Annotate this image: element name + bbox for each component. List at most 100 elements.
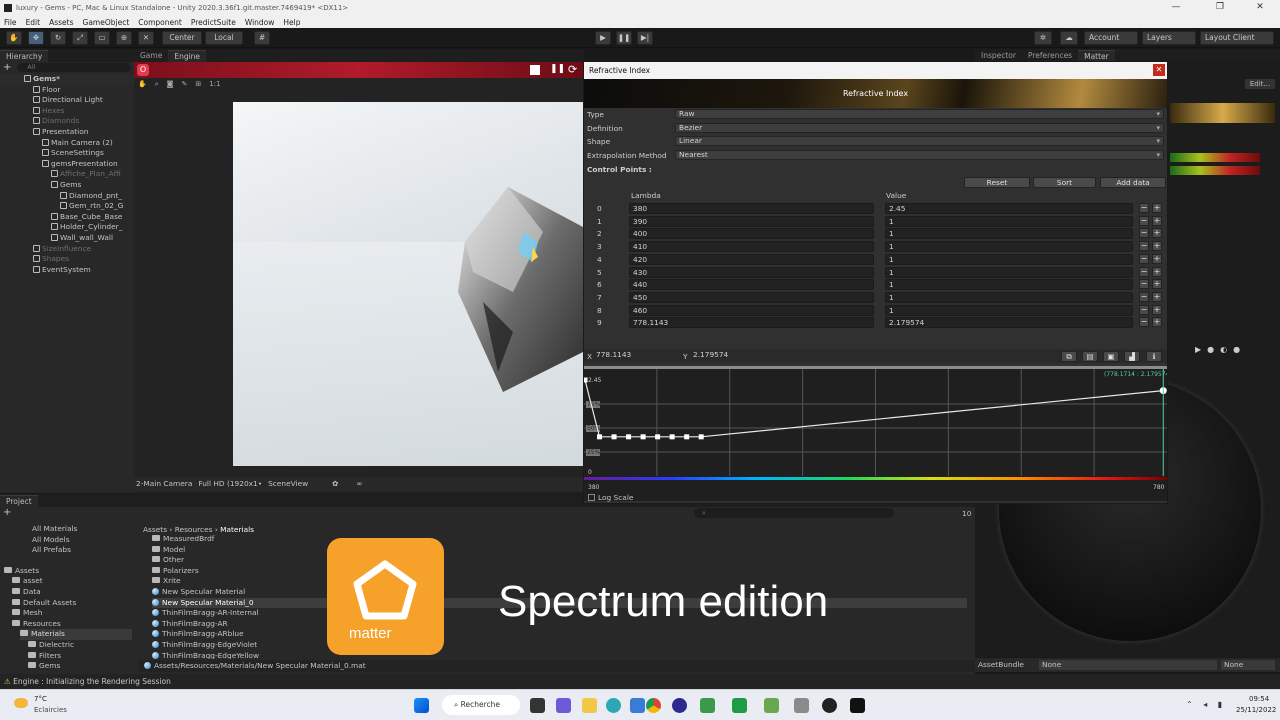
menu-window[interactable]: Window	[245, 18, 275, 27]
log-scale-checkbox[interactable]: Log Scale	[588, 493, 633, 502]
insert-point-button[interactable]: +	[1152, 304, 1162, 315]
project-tree-item[interactable]: Data	[12, 587, 132, 598]
display-dropdown[interactable]: 2-Main Camera	[136, 477, 192, 491]
inspector-edit-button[interactable]: Edit...	[1245, 79, 1275, 89]
fav-all-models[interactable]: All Models	[32, 535, 132, 546]
insert-point-button[interactable]: +	[1152, 317, 1162, 328]
control-point[interactable]	[597, 434, 603, 440]
hierarchy-item[interactable]: Holder_Cylinder_	[0, 222, 134, 233]
control-point[interactable]	[655, 434, 661, 440]
project-add-icon[interactable]: +	[3, 507, 11, 518]
focus-icon[interactable]: ⊞	[195, 80, 201, 88]
menu-edit[interactable]: Edit	[26, 18, 41, 27]
breadcrumb-assets[interactable]: Assets	[143, 525, 167, 534]
remove-point-button[interactable]: −	[1139, 266, 1149, 277]
menu-gameobject[interactable]: GameObject	[83, 18, 130, 27]
breadcrumb-resources[interactable]: Resources	[175, 525, 213, 534]
pause-render-icon[interactable]: ❚❚	[550, 64, 565, 74]
value-field[interactable]: 1	[885, 279, 1133, 291]
remove-point-button[interactable]: −	[1139, 317, 1149, 328]
hierarchy-item[interactable]: Diamonds	[0, 116, 134, 127]
edge-icon[interactable]	[606, 698, 621, 713]
store-icon[interactable]	[630, 698, 645, 713]
hierarchy-item[interactable]: Gems*	[0, 74, 134, 85]
hierarchy-item[interactable]: SizeInfluence	[0, 244, 134, 255]
play-icon[interactable]: ▶	[595, 31, 611, 45]
render-view[interactable]	[233, 102, 584, 466]
pause-icon[interactable]: ❚❚	[616, 31, 632, 45]
account-dropdown[interactable]: Account	[1084, 31, 1138, 45]
start-icon[interactable]	[414, 698, 429, 713]
project-tree-item[interactable]: Dielectric	[28, 640, 132, 651]
save-icon[interactable]: ▣	[1103, 351, 1119, 362]
taskbar-search[interactable]: ⌕ Recherche	[442, 695, 520, 715]
close-icon[interactable]: ✕	[1240, 0, 1280, 16]
hierarchy-item[interactable]: Base_Cube_Base	[0, 212, 134, 223]
pivot-local-button[interactable]: Local	[205, 31, 243, 45]
stop-icon[interactable]	[530, 65, 540, 75]
value-field[interactable]: 1	[885, 215, 1133, 227]
lambda-field[interactable]: 420	[629, 253, 874, 265]
minimize-icon[interactable]: —	[1156, 0, 1196, 16]
value-field[interactable]: 2.45	[885, 203, 1133, 214]
breadcrumb-materials[interactable]: Materials	[220, 525, 254, 534]
project-search-input[interactable]: ⌕	[694, 508, 894, 518]
remove-point-button[interactable]: −	[1139, 215, 1149, 226]
rect-tool-icon[interactable]: ▭	[94, 31, 110, 45]
hierarchy-item[interactable]: Main Camera (2)	[0, 138, 134, 149]
scale-tool-icon[interactable]: ⤢	[72, 31, 88, 45]
hierarchy-item[interactable]: Directional Light	[0, 95, 134, 106]
insert-point-button[interactable]: +	[1152, 241, 1162, 252]
custom-tool-icon[interactable]: ✕	[138, 31, 154, 45]
lambda-field[interactable]: 430	[629, 266, 874, 278]
tab-engine[interactable]: Engine	[168, 50, 207, 62]
property-dropdown[interactable]: Raw	[675, 109, 1164, 119]
remove-point-button[interactable]: −	[1139, 304, 1149, 315]
insert-point-button[interactable]: +	[1152, 266, 1162, 277]
hierarchy-item[interactable]: Hexes	[0, 106, 134, 117]
layout-dropdown[interactable]: Layout Client	[1200, 31, 1274, 45]
project-file-item[interactable]: Polarizers	[152, 566, 967, 577]
app-icon-4[interactable]	[764, 698, 779, 713]
fav-all-materials[interactable]: All Materials	[32, 524, 132, 535]
control-point[interactable]	[698, 434, 704, 440]
project-file-item[interactable]: MeasuredBrdf	[152, 534, 967, 545]
control-point[interactable]	[640, 434, 646, 440]
pivot-center-button[interactable]: Center	[162, 31, 202, 45]
hierarchy-item[interactable]: Floor	[0, 85, 134, 96]
project-tree-item[interactable]: Mesh	[12, 608, 132, 619]
insert-point-button[interactable]: +	[1152, 291, 1162, 302]
weather-icon[interactable]	[14, 698, 28, 708]
tab-game[interactable]: Game	[134, 50, 169, 62]
asset-bundle-variant[interactable]: None	[1221, 660, 1275, 670]
insert-point-button[interactable]: +	[1152, 253, 1162, 264]
project-tree-item[interactable]: Materials	[20, 629, 132, 640]
layers-dropdown[interactable]: Layers	[1142, 31, 1196, 45]
copy-icon[interactable]: ⧉	[1061, 351, 1077, 362]
remove-point-button[interactable]: −	[1139, 203, 1149, 213]
asset-bundle-dropdown[interactable]: None	[1039, 660, 1217, 670]
value-field[interactable]: 1	[885, 228, 1133, 240]
property-dropdown[interactable]: Linear	[675, 136, 1164, 146]
insert-point-button[interactable]: +	[1152, 279, 1162, 290]
log-scale-box-icon[interactable]	[588, 494, 595, 501]
hierarchy-item[interactable]: Wall_wall_Wall	[0, 233, 134, 244]
app-icon-5[interactable]	[794, 698, 809, 713]
control-point[interactable]	[611, 434, 617, 440]
project-file-item[interactable]: ThinFilmBragg-EdgeYellow	[152, 651, 967, 659]
collab-icon[interactable]: ✲	[1034, 31, 1052, 45]
project-file-item[interactable]: Other	[152, 555, 967, 566]
menu-file[interactable]: File	[4, 18, 17, 27]
lambda-field[interactable]: 390	[629, 215, 874, 227]
maximize-icon[interactable]: ❐	[1200, 0, 1240, 16]
assets-root[interactable]: Assets	[4, 566, 132, 577]
lambda-field[interactable]: 380	[629, 203, 874, 214]
project-tree-item[interactable]: Default Assets	[12, 598, 132, 609]
fav-all-prefabs[interactable]: All Prefabs	[32, 545, 132, 556]
taskview-icon[interactable]	[530, 698, 545, 713]
value-field[interactable]: 1	[885, 304, 1133, 316]
grid-snap-icon[interactable]: #	[254, 31, 270, 45]
menu-assets[interactable]: Assets	[49, 18, 73, 27]
chart-icon[interactable]: ▟	[1124, 351, 1140, 362]
control-point[interactable]	[684, 434, 690, 440]
